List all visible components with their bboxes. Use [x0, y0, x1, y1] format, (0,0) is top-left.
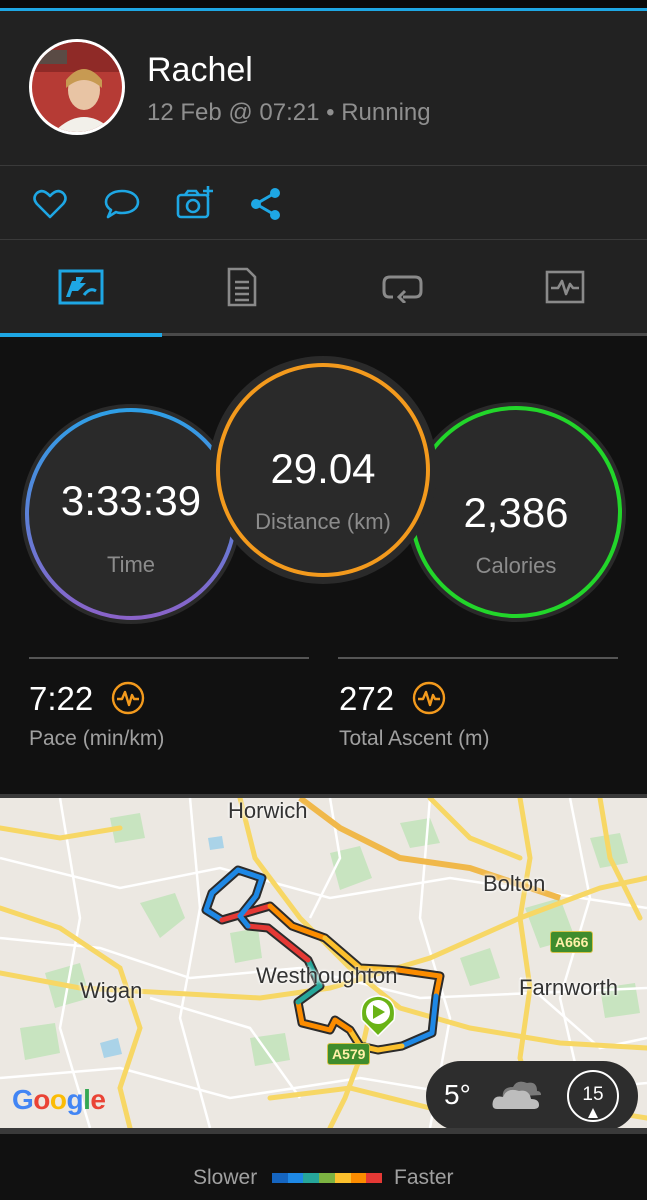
calories-value: 2,386: [463, 489, 569, 536]
details-icon: [227, 267, 256, 306]
tab-track: [162, 333, 647, 336]
legend-color-swatch: [287, 1173, 304, 1183]
weather-widget[interactable]: 5° 15: [426, 1061, 638, 1128]
map-label-horwich: Horwich: [228, 798, 308, 823]
activity-meta: 12 Feb @ 07:21 • Running: [147, 99, 431, 126]
stats-panel: 3:33:39 Time 29.04 Distance (km) 2,386 C…: [0, 337, 647, 794]
distance-label: Distance (km): [255, 509, 391, 534]
overview-tab[interactable]: [0, 240, 161, 333]
map-container: Horwich Bolton Westhoughton Wigan Farnwo…: [0, 794, 647, 1134]
ascent-chart-icon[interactable]: [412, 681, 446, 715]
road-badge-a579: A579: [327, 1043, 371, 1065]
ascent-value: 272: [339, 680, 395, 717]
avatar[interactable]: [29, 39, 125, 135]
map-label-bolton: Bolton: [483, 871, 546, 896]
legend-color-swatch: [272, 1173, 288, 1183]
laps-icon: [382, 275, 422, 303]
activity-tabs: [0, 240, 647, 337]
legend-color-swatch: [303, 1173, 320, 1183]
map-label-wigan: Wigan: [80, 978, 143, 1003]
legend-slower: Slower: [193, 1166, 258, 1189]
temperature: 5°: [444, 1079, 471, 1110]
pace-legend: Slower Faster: [0, 1134, 647, 1200]
charts-icon: [545, 270, 584, 303]
user-name[interactable]: Rachel: [147, 51, 253, 90]
ascent-separator: [338, 657, 618, 659]
details-tab[interactable]: [161, 240, 322, 333]
calories-label: Calories: [475, 553, 557, 578]
action-bar: [0, 166, 647, 240]
cloudy-icon: [492, 1081, 541, 1109]
pace-value: 7:22: [29, 680, 94, 717]
pace-chart-icon[interactable]: [111, 681, 145, 715]
map-label-farnworth: Farnworth: [519, 975, 619, 1000]
overview-icon: [58, 269, 103, 304]
comment-icon[interactable]: [102, 184, 142, 224]
charts-tab[interactable]: [484, 240, 645, 333]
wind-speed: 15: [582, 1084, 604, 1105]
legend-color-bar: [272, 1173, 383, 1183]
top-bar: [0, 0, 647, 11]
laps-tab[interactable]: [322, 240, 483, 333]
legend-color-swatch: [319, 1173, 335, 1183]
wind-direction-icon: [588, 1108, 598, 1118]
ascent-label: Total Ascent (m): [339, 727, 490, 750]
wind-indicator: 15: [567, 1070, 619, 1122]
activity-header: Rachel 12 Feb @ 07:21 • Running: [0, 11, 647, 166]
like-icon[interactable]: [30, 184, 70, 224]
avatar-photo: [32, 42, 122, 132]
map-label-westhoughton: Westhoughton: [256, 963, 398, 988]
pace-separator: [29, 657, 309, 659]
distance-value: 29.04: [270, 445, 376, 492]
time-label: Time: [106, 552, 156, 577]
time-value: 3:33:39: [60, 477, 202, 524]
legend-color-swatch: [366, 1173, 383, 1183]
route-map[interactable]: Horwich Bolton Westhoughton Wigan Farnwo…: [0, 798, 647, 1128]
pace-label: Pace (min/km): [29, 727, 165, 750]
road-badge-a666: A666: [550, 931, 594, 953]
add-photo-icon[interactable]: [175, 184, 215, 224]
legend-color-swatch: [350, 1173, 367, 1183]
share-icon[interactable]: [246, 184, 286, 224]
google-logo: Google: [12, 1084, 106, 1115]
legend-faster: Faster: [394, 1166, 454, 1189]
legend-color-swatch: [334, 1173, 351, 1183]
